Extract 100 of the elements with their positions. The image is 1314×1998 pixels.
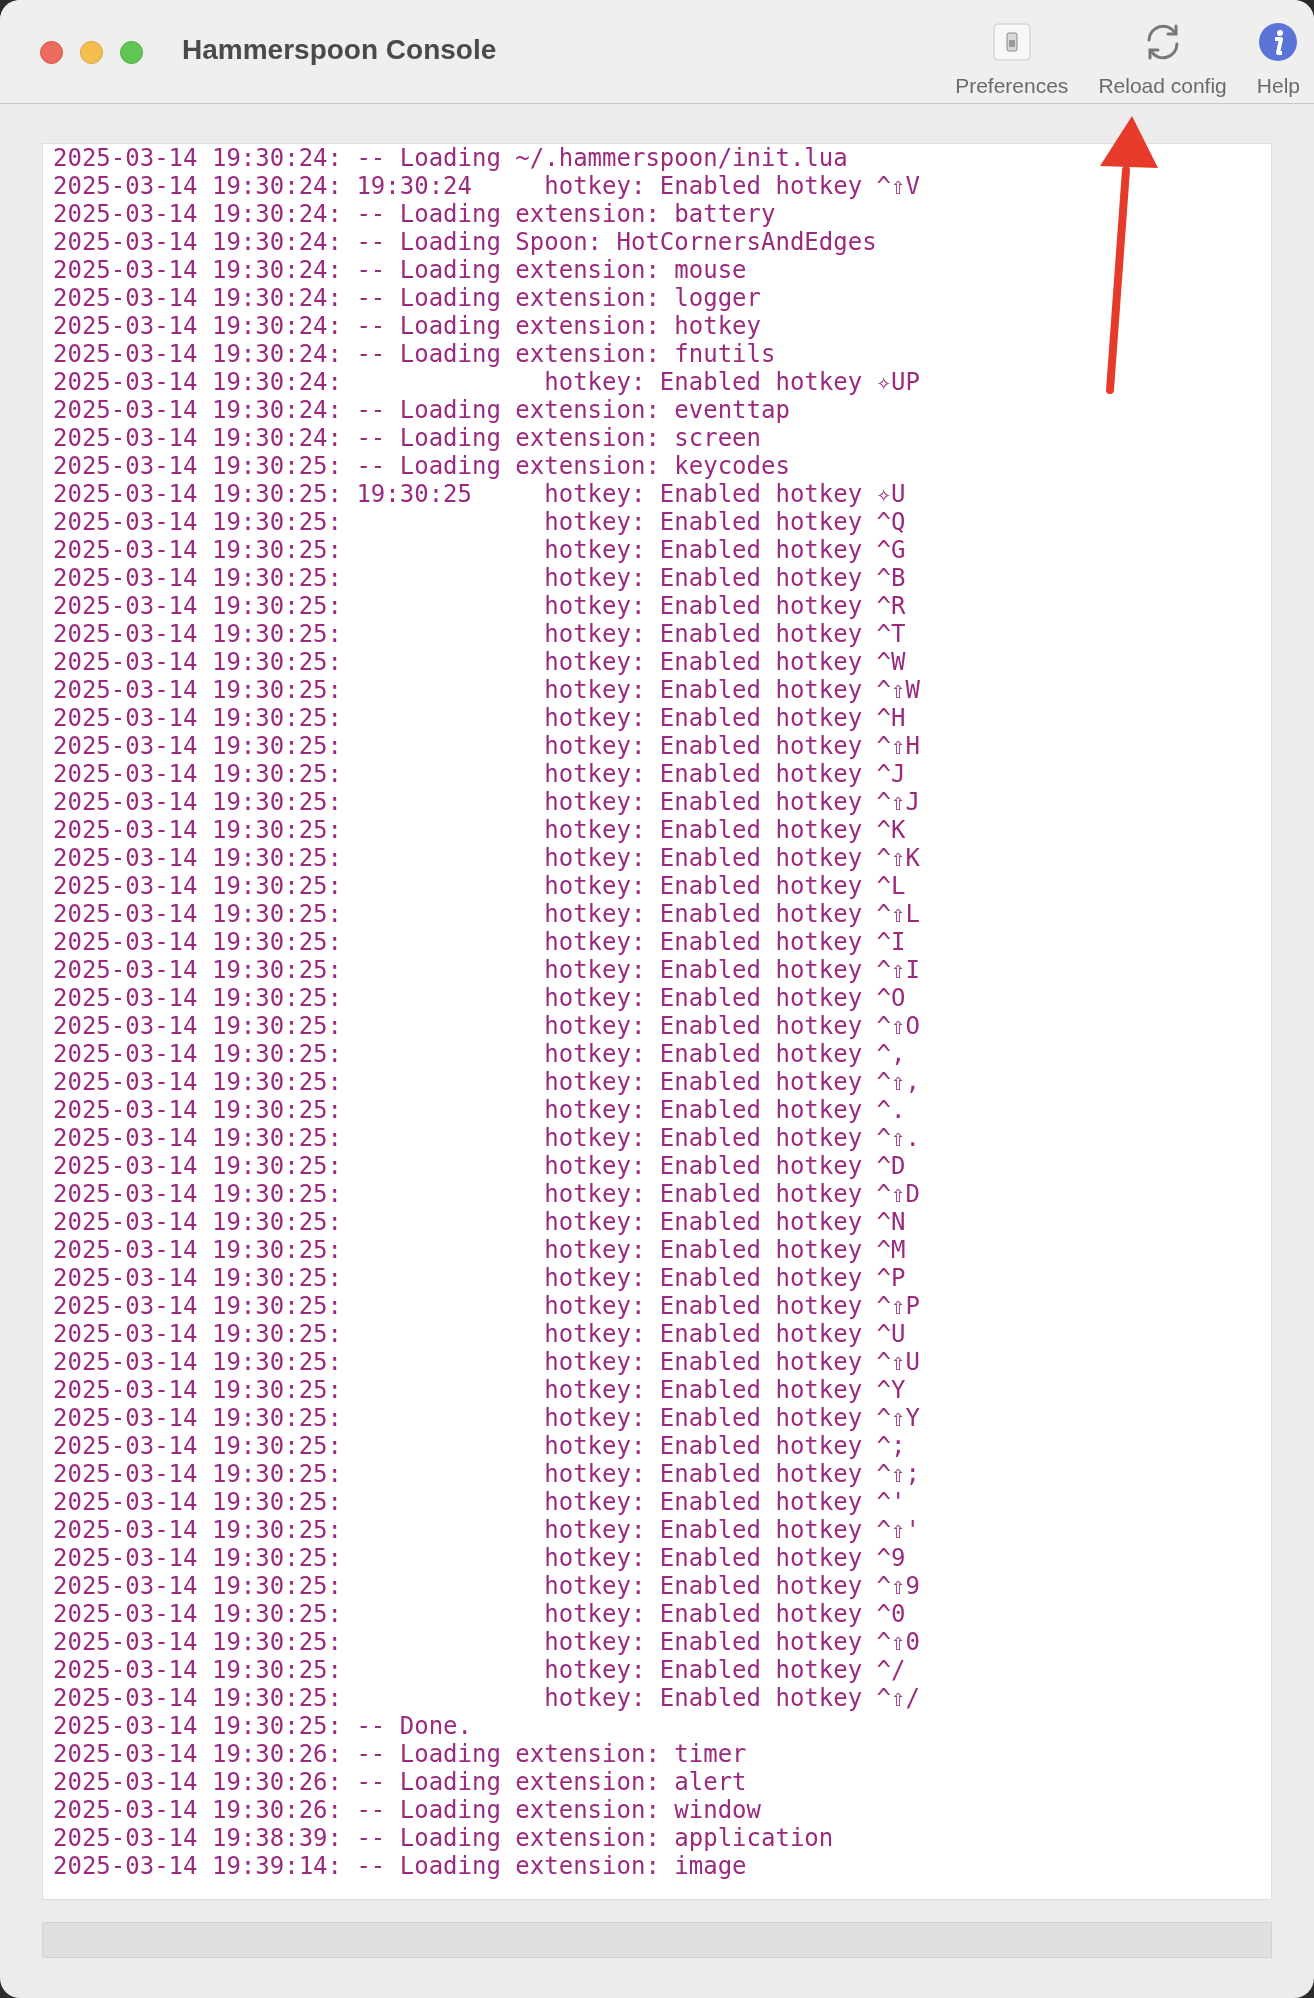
toolbar-button[interactable]: Preferences [955,20,1069,98]
log-message: hotkey: Enabled hotkey ^⇧K [544,844,921,872]
log-timestamp: 2025-03-14 19:30:25: [53,1712,343,1740]
log-message: hotkey: Enabled hotkey ^⇧J [544,788,921,816]
zoom-button[interactable] [120,41,143,64]
log-message: hotkey: Enabled hotkey ^O [544,984,907,1012]
log-timestamp: 2025-03-14 19:30:25: [53,536,343,564]
log-timestamp: 2025-03-14 19:30:26: [53,1768,343,1796]
log-message: hotkey: Enabled hotkey ^⇧, [544,1068,921,1096]
log-message: hotkey: Enabled hotkey ^' [544,1488,907,1516]
log-message: hotkey: Enabled hotkey ^P [544,1264,907,1292]
log-timestamp: 2025-03-14 19:30:25: [53,984,343,1012]
log-message: hotkey: Enabled hotkey ^⇧V [544,172,921,200]
minimize-button[interactable] [80,41,103,64]
switch-icon [992,23,1031,61]
log-message: -- Done. [356,1712,473,1740]
log-message: hotkey: Enabled hotkey ^T [544,620,907,648]
log-timestamp: 2025-03-14 19:30:25: [53,1656,343,1684]
log-timestamp: 2025-03-14 19:30:25: [53,1208,343,1236]
log-message: hotkey: Enabled hotkey ^. [544,1096,907,1124]
log-timestamp: 2025-03-14 19:30:25: [53,1432,343,1460]
log-message: hotkey: Enabled hotkey ^⇧L [544,900,921,928]
log-message: hotkey: Enabled hotkey ^9 [544,1544,907,1572]
log-message: hotkey: Enabled hotkey ^⇧U [544,1348,921,1376]
log-timestamp: 2025-03-14 19:30:25: [53,452,343,480]
log-timestamp: 2025-03-14 19:30:25: [53,1012,343,1040]
log-message: hotkey: Enabled hotkey ^⇧I [544,956,921,984]
log-timestamp: 2025-03-14 19:30:25: [53,1572,343,1600]
log-timestamp: 2025-03-14 19:30:25: [53,1628,343,1656]
log-timestamp: 2025-03-14 19:30:25: [53,928,343,956]
log-message: hotkey: Enabled hotkey ^H [544,704,907,732]
log-message: hotkey: Enabled hotkey ^W [544,648,907,676]
log-message: hotkey: Enabled hotkey ✧UP [544,368,921,396]
log-message: hotkey: Enabled hotkey ^0 [544,1600,907,1628]
log-timestamp: 2025-03-14 19:30:24: [53,144,343,172]
log-timestamp: 2025-03-14 19:30:25: [53,1264,343,1292]
log-timestamp: 2025-03-14 19:30:26: [53,1740,343,1768]
log-timestamp: 2025-03-14 19:38:39: [53,1824,343,1852]
log-timestamp: 2025-03-14 19:30:25: [53,592,343,620]
log-timestamp: 2025-03-14 19:30:25: [53,1544,343,1572]
log-timestamp: 2025-03-14 19:30:25: [53,1124,343,1152]
log-timestamp: 2025-03-14 19:30:24: [53,200,343,228]
log-timestamp: 2025-03-14 19:30:25: [53,1348,343,1376]
log-message: hotkey: Enabled hotkey ^⇧0 [544,1628,921,1656]
log-message: hotkey: Enabled hotkey ^R [544,592,907,620]
log-message: hotkey: Enabled hotkey ^/ [544,1656,907,1684]
toolbar-button[interactable]: Help [1256,20,1300,98]
close-button[interactable] [40,41,63,64]
info-icon [1258,22,1299,62]
log-message: hotkey: Enabled hotkey ^D [544,1152,907,1180]
log-message: hotkey: Enabled hotkey ^; [544,1432,907,1460]
log-message: -- Loading extension: window [356,1796,762,1824]
log-message: -- Loading extension: screen [356,424,762,452]
log-timestamp: 2025-03-14 19:30:25: [53,788,343,816]
log-timestamp: 2025-03-14 19:30:25: [53,480,343,508]
log-message: hotkey: Enabled hotkey ^⇧H [544,732,921,760]
log-timestamp: 2025-03-14 19:30:25: [53,1516,343,1544]
log-message: -- Loading extension: hotkey [356,312,762,340]
log-message: hotkey: Enabled hotkey ^⇧P [544,1292,921,1320]
log-timestamp: 2025-03-14 19:30:25: [53,620,343,648]
toolbar-button[interactable]: Reload config [1098,20,1227,98]
log-timestamp: 2025-03-14 19:30:24: [53,228,343,256]
log-timestamp: 2025-03-14 19:30:24: [53,340,343,368]
log-timestamp: 2025-03-14 19:30:25: [53,872,343,900]
log-timestamp: 2025-03-14 19:30:24: [53,396,343,424]
log-timestamp: 2025-03-14 19:30:25: [53,1180,343,1208]
log-message: -- Loading extension: logger [356,284,762,312]
log-message: hotkey: Enabled hotkey ^N [544,1208,907,1236]
log-message: hotkey: Enabled hotkey ^L [544,872,907,900]
log-timestamp: 2025-03-14 19:30:24: [53,284,343,312]
log-message: hotkey: Enabled hotkey ^⇧D [544,1180,921,1208]
log-timestamp: 2025-03-14 19:30:25: [53,760,343,788]
log-message: hotkey: Enabled hotkey ^⇧. [544,1124,921,1152]
window-title: Hammerspoon Console [182,34,497,66]
log-message: hotkey: Enabled hotkey ^⇧' [544,1516,921,1544]
log-timestamp: 2025-03-14 19:30:26: [53,1796,343,1824]
log-timestamp: 2025-03-14 19:30:25: [53,1152,343,1180]
log-timestamp: 2025-03-14 19:30:25: [53,508,343,536]
log-timestamp: 2025-03-14 19:30:25: [53,704,343,732]
command-field[interactable] [42,1922,1272,1958]
log-time: 19:30:25 [356,480,473,508]
log-timestamp: 2025-03-14 19:30:25: [53,1320,343,1348]
log-timestamp: 2025-03-14 19:30:25: [53,732,343,760]
log-timestamp: 2025-03-14 19:30:25: [53,1292,343,1320]
log-message: -- Loading extension: alert [356,1768,748,1796]
log-message: hotkey: Enabled hotkey ^⇧W [544,676,921,704]
log-message: -- Loading ~/.hammerspoon/init.lua [356,144,849,172]
log-message: -- Loading extension: battery [356,200,777,228]
log-timestamp: 2025-03-14 19:30:25: [53,1460,343,1488]
log-timestamp: 2025-03-14 19:39:14: [53,1852,343,1880]
log-message: hotkey: Enabled hotkey ^Q [544,508,907,536]
log-timestamp: 2025-03-14 19:30:25: [53,676,343,704]
log-message: hotkey: Enabled hotkey ^⇧/ [544,1684,921,1712]
log-timestamp: 2025-03-14 19:30:24: [53,172,343,200]
log-time: 19:30:24 [356,172,473,200]
log-message: hotkey: Enabled hotkey ^G [544,536,907,564]
log-timestamp: 2025-03-14 19:30:24: [53,368,343,396]
log-timestamp: 2025-03-14 19:30:25: [53,1488,343,1516]
log-timestamp: 2025-03-14 19:30:24: [53,424,343,452]
log-message: -- Loading extension: application [356,1824,835,1852]
